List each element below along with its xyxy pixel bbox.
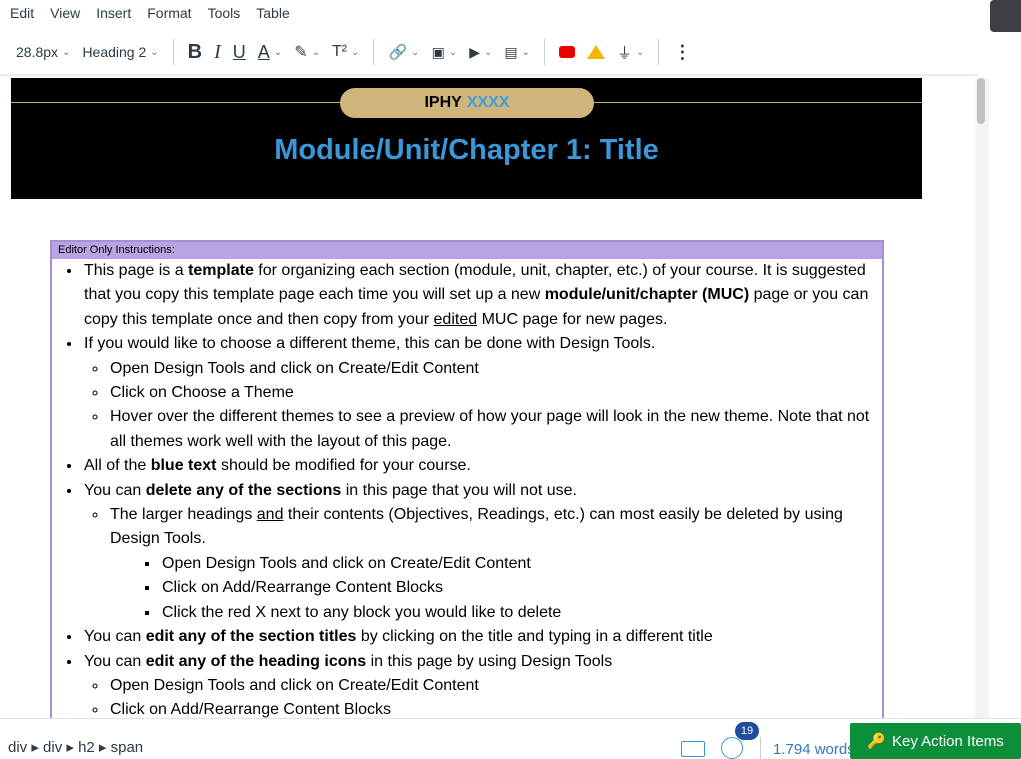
menu-view[interactable]: View <box>50 5 80 21</box>
course-prefix: IPHY <box>424 94 462 111</box>
more-options-icon[interactable]: ⋮ <box>667 37 697 67</box>
status-bar: div ▸ div ▸ h2 ▸ span 19 1.794 words 🔑 K… <box>0 718 1021 759</box>
chevron-down-icon: ⌄ <box>311 46 320 58</box>
chevron-down-icon: ⌄ <box>411 46 420 58</box>
list-item: If you would like to choose a different … <box>82 332 882 454</box>
text-color-button[interactable]: A ⌄ <box>252 37 288 67</box>
google-drive-button[interactable] <box>581 37 611 67</box>
editor-toolbar: 28.8px ⌄ Heading 2 ⌄ B I U A ⌄ ✎ ⌄ T² ⌄ 🔗 ⌄ ▣ ⌄… <box>0 32 988 72</box>
menu-table[interactable]: Table <box>256 5 289 21</box>
plug-icon: ⏚ <box>616 44 632 62</box>
accessibility-issues-badge: 19 <box>735 722 759 740</box>
list-item: Click on Add/Rearrange Content Blocks <box>160 576 882 600</box>
media-button[interactable]: ▶ ⌄ <box>463 37 498 67</box>
menu-tools[interactable]: Tools <box>208 5 241 21</box>
chevron-down-icon: ⌄ <box>150 46 159 58</box>
chevron-down-icon: ⌄ <box>448 46 458 58</box>
font-size-dropdown[interactable]: 28.8px ⌄ <box>10 37 76 67</box>
accessibility-checker-icon[interactable] <box>721 737 743 759</box>
image-icon: ▣ <box>431 43 445 60</box>
menu-edit[interactable]: Edit <box>10 5 34 21</box>
highlight-color-button[interactable]: ✎ ⌄ <box>288 37 326 67</box>
apps-plug-button[interactable]: ⏚ ⌄ <box>611 37 650 67</box>
document-icon: ▤ <box>504 43 518 60</box>
word-count[interactable]: 1.794 words <box>773 741 855 758</box>
superscript-icon: T² <box>331 43 348 60</box>
list-item: Open Design Tools and click on Create/Ed… <box>160 552 882 576</box>
page-title: Module/Unit/Chapter 1: Title <box>274 134 659 166</box>
bold-button[interactable]: B <box>182 37 208 67</box>
status-divider <box>760 737 761 759</box>
toolbar-divider <box>543 39 545 65</box>
scrollbar-thumb[interactable] <box>977 78 985 124</box>
list-item: The larger headings and their contents (… <box>108 503 882 625</box>
list-item: Click the red X next to any block you wo… <box>160 601 882 625</box>
list-item: Open Design Tools and click on Create/Ed… <box>108 674 882 698</box>
list-item: You can edit any of the heading icons in… <box>82 650 882 719</box>
youtube-icon <box>558 46 575 58</box>
instructions-list: This page is a template for organizing e… <box>52 259 882 718</box>
list-item: Hover over the different themes to see a… <box>108 405 882 454</box>
underline-button[interactable]: U <box>227 37 252 67</box>
font-size-value: 28.8px <box>16 44 59 60</box>
chevron-down-icon: ⌄ <box>636 46 645 58</box>
menu-bar: Edit View Insert Format Tools Table <box>0 0 1000 26</box>
list-item: This page is a template for organizing e… <box>82 259 882 332</box>
toolbar-divider <box>658 39 660 65</box>
chevron-down-icon: ⌄ <box>273 46 283 58</box>
link-button[interactable]: 🔗 ⌄ <box>382 37 425 67</box>
link-icon: 🔗 <box>388 44 408 61</box>
key-action-items-button[interactable]: 🔑 Key Action Items <box>850 723 1021 759</box>
block-style-value: Heading 2 <box>82 44 147 60</box>
list-item: Click on Add/Rearrange Content Blocks <box>108 698 882 718</box>
element-path[interactable]: div ▸ div ▸ h2 ▸ span <box>8 738 143 756</box>
key-action-label: Key Action Items <box>891 732 1004 750</box>
text-color-icon: A <box>257 41 270 62</box>
editor-content[interactable]: IPHY XXXX Module/Unit/Chapter 1: Title E… <box>11 78 973 718</box>
chevron-down-icon: ⌄ <box>521 46 530 58</box>
editor-instructions-box: Editor Only Instructions: This page is a… <box>50 240 884 718</box>
media-icon: ▶ <box>469 43 480 60</box>
google-drive-icon <box>586 45 605 59</box>
course-number: XXXX <box>466 94 510 111</box>
list-item: Click on Choose a Theme <box>108 381 882 405</box>
key-icon: 🔑 <box>867 733 886 750</box>
list-item: You can delete any of the sections in th… <box>82 479 882 625</box>
list-item: Open Design Tools and click on Create/Ed… <box>108 357 882 381</box>
toolbar-divider <box>373 39 375 65</box>
menu-format[interactable]: Format <box>147 5 191 21</box>
menu-insert[interactable]: Insert <box>96 5 131 21</box>
chevron-down-icon: ⌄ <box>351 46 360 58</box>
image-button[interactable]: ▣ ⌄ <box>426 37 464 67</box>
list-item: All of the blue text should be modified … <box>82 454 882 478</box>
italic-button[interactable]: I <box>208 37 227 67</box>
course-code-pill: IPHY XXXX <box>340 88 594 118</box>
extension-icon[interactable] <box>990 0 1021 32</box>
keyboard-shortcuts-icon[interactable] <box>681 741 705 757</box>
page-banner: IPHY XXXX Module/Unit/Chapter 1: Title <box>11 78 922 199</box>
youtube-button[interactable] <box>553 37 581 67</box>
document-button[interactable]: ▤ ⌄ <box>498 37 536 67</box>
list-item: You can edit any of the section titles b… <box>82 625 882 649</box>
chevron-down-icon: ⌄ <box>483 46 493 58</box>
block-style-dropdown[interactable]: Heading 2 ⌄ <box>76 37 164 67</box>
instructions-heading: Editor Only Instructions: <box>52 242 882 259</box>
superscript-button[interactable]: T² ⌄ <box>326 37 366 67</box>
chevron-down-icon: ⌄ <box>62 46 71 58</box>
vertical-scrollbar[interactable] <box>975 78 989 718</box>
toolbar-divider <box>172 39 174 65</box>
highlighter-icon: ✎ <box>294 44 308 61</box>
